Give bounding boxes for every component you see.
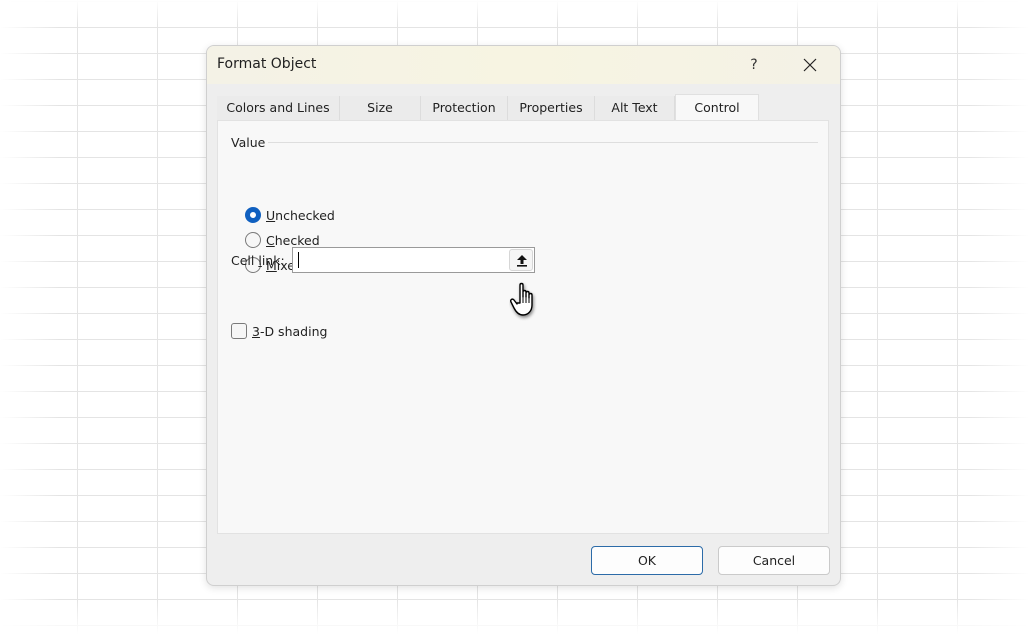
help-button[interactable]: ? <box>739 52 769 78</box>
radio-button-selected[interactable] <box>245 207 261 223</box>
close-button[interactable] <box>795 52 825 78</box>
cancel-button[interactable]: Cancel <box>718 546 830 575</box>
tab-control[interactable]: Control <box>675 94 759 122</box>
collapse-dialog-button[interactable] <box>509 249 533 271</box>
tab-properties[interactable]: Properties <box>508 96 595 121</box>
format-object-dialog: Format Object ? Colors and Lines Size Pr… <box>206 45 841 586</box>
3d-shading-checkbox[interactable] <box>231 323 247 339</box>
radio-button[interactable] <box>245 232 261 248</box>
cell-link-input[interactable] <box>292 247 535 273</box>
title-bar: Format Object ? <box>207 46 840 84</box>
control-tab-panel: Value Unchecked Checked Mixed Cell link: <box>217 120 829 534</box>
tab-strip: Colors and Lines Size Protection Propert… <box>217 94 829 122</box>
tab-protection[interactable]: Protection <box>421 96 508 121</box>
text-caret <box>298 252 299 268</box>
close-icon <box>803 58 817 72</box>
upload-arrow-icon <box>517 255 527 267</box>
tab-size[interactable]: Size <box>340 96 421 121</box>
group-divider <box>268 142 818 143</box>
value-group-label: Value <box>231 135 266 150</box>
3d-shading-label: 3-D shading <box>252 324 328 339</box>
ok-button[interactable]: OK <box>591 546 703 575</box>
tab-alt-text[interactable]: Alt Text <box>595 96 675 121</box>
radio-label-unchecked: Unchecked <box>266 208 335 223</box>
tab-colors-and-lines[interactable]: Colors and Lines <box>217 96 340 121</box>
dialog-title: Format Object <box>217 56 317 72</box>
hand-pointer-cursor-icon <box>510 282 533 316</box>
cell-link-label: Cell link: <box>231 253 285 268</box>
radio-label-checked: Checked <box>266 233 320 248</box>
